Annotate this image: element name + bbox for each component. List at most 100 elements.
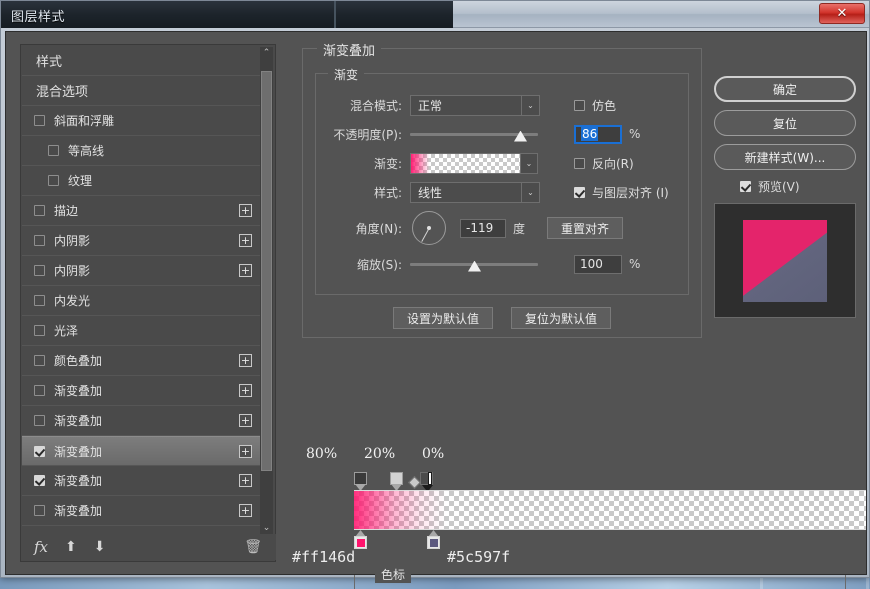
scrollbar-thumb[interactable] [261, 71, 272, 471]
style-list-item[interactable]: 样式 [22, 46, 260, 76]
gradient-swatch[interactable] [411, 154, 520, 173]
angle-input[interactable]: -119 [460, 219, 506, 238]
style-list-item[interactable]: 渐变叠加 + [22, 436, 260, 466]
color-stop[interactable] [354, 530, 367, 550]
add-effect-icon[interactable]: + [239, 264, 252, 277]
style-list-item[interactable]: 光泽 [22, 316, 260, 346]
style-item-checkbox[interactable] [34, 355, 45, 366]
move-down-icon[interactable]: ⬇ [94, 539, 106, 555]
style-select[interactable]: 线性 ⌄ [410, 182, 540, 203]
add-effect-icon[interactable]: + [239, 354, 252, 367]
add-effect-icon[interactable]: + [239, 414, 252, 427]
gradient-editor-overlay: 80%20%0% #ff146d#5c597f 色标 [292, 446, 866, 574]
style-item-checkbox[interactable] [34, 205, 45, 216]
add-effect-icon[interactable]: + [239, 504, 252, 517]
style-list-item[interactable]: 描边+ [22, 196, 260, 226]
angle-dial[interactable] [412, 211, 446, 245]
style-item-checkbox[interactable] [34, 385, 45, 396]
opacity-stop[interactable] [354, 472, 367, 485]
style-list-item[interactable]: 斜面和浮雕 [22, 106, 260, 136]
style-list-item[interactable]: 混合选项 [22, 76, 260, 106]
row-opacity: 不透明度(P): 86 % [316, 121, 688, 147]
style-list-item[interactable]: 渐变叠加 + [22, 466, 260, 496]
opacity-input[interactable]: 86 [574, 125, 622, 144]
style-list-item[interactable]: 等高线 [22, 136, 260, 166]
style-item-checkbox[interactable] [48, 145, 59, 156]
align-layer-checkbox-wrap[interactable]: 与图层对齐 (I) [574, 184, 669, 201]
style-item-checkbox[interactable] [34, 295, 45, 306]
style-item-checkbox[interactable] [34, 265, 45, 276]
scroll-up-icon[interactable]: ⌃ [260, 47, 273, 60]
style-item-label: 渐变叠加 [54, 443, 102, 460]
fx-icon[interactable]: fx [34, 538, 48, 556]
style-item-checkbox[interactable] [48, 175, 59, 186]
color-stop-swatch[interactable] [427, 536, 440, 549]
reset-align-button[interactable]: 重置对齐 [547, 217, 623, 239]
dither-checkbox[interactable] [574, 100, 585, 111]
style-item-checkbox[interactable] [34, 475, 45, 486]
reset-button[interactable]: 复位 [714, 110, 856, 136]
style-item-label: 渐变叠加 [54, 472, 102, 489]
opacity-midpoint-marker[interactable] [408, 476, 421, 489]
style-list-item[interactable]: 渐变叠加+ [22, 406, 260, 436]
style-list-item[interactable]: 颜色叠加+ [22, 346, 260, 376]
reset-to-default-button[interactable]: 复位为默认值 [511, 307, 611, 329]
style-list-item[interactable]: 渐变叠加+ [22, 496, 260, 526]
style-item-checkbox[interactable] [34, 446, 45, 457]
chevron-down-icon[interactable]: ⌄ [520, 154, 537, 173]
chevron-down-icon[interactable]: ⌄ [521, 183, 539, 202]
style-item-checkbox[interactable] [34, 415, 45, 426]
opacity-stop-label: 20% [364, 446, 395, 462]
blend-mode-select[interactable]: 正常 ⌄ [410, 95, 540, 116]
style-item-label: 光泽 [54, 322, 78, 339]
scale-input[interactable]: 100 [574, 255, 622, 274]
dither-checkbox-wrap[interactable]: 仿色 [574, 97, 616, 114]
scale-unit: % [629, 257, 640, 271]
scale-slider[interactable] [410, 255, 538, 274]
reverse-checkbox-wrap[interactable]: 反向(R) [574, 155, 634, 172]
add-effect-icon[interactable]: + [239, 384, 252, 397]
add-effect-icon[interactable]: + [239, 204, 252, 217]
opacity-stop[interactable] [390, 472, 403, 485]
color-stop-hex: #5c597f [447, 548, 510, 566]
align-with-layer-label: 与图层对齐 (I) [592, 184, 669, 201]
row-scale: 缩放(S): 100 % [316, 251, 688, 277]
style-list-item[interactable]: 内阴影+ [22, 226, 260, 256]
style-list-item[interactable]: 内发光 [22, 286, 260, 316]
style-item-checkbox[interactable] [34, 115, 45, 126]
style-item-checkbox[interactable] [34, 235, 45, 246]
trash-icon[interactable]: 🗑 [244, 539, 262, 555]
style-list-item[interactable]: 内阴影+ [22, 256, 260, 286]
close-icon[interactable]: ✕ [819, 3, 865, 24]
style-list-item[interactable]: 渐变叠加+ [22, 376, 260, 406]
style-list-item[interactable]: 纹理 [22, 166, 260, 196]
set-as-default-button[interactable]: 设置为默认值 [393, 307, 493, 329]
ok-button[interactable]: 确定 [714, 76, 856, 102]
style-list-scrollbar[interactable]: ⌃ ⌄ [260, 47, 273, 535]
opacity-stop[interactable] [420, 472, 433, 485]
opacity-unit: % [629, 127, 640, 141]
style-item-checkbox[interactable] [34, 505, 45, 516]
gradient-preview-button[interactable]: ⌄ [410, 153, 538, 174]
align-with-layer-checkbox[interactable] [574, 187, 585, 198]
reverse-checkbox[interactable] [574, 158, 585, 169]
window-title: 图层样式 [11, 6, 65, 25]
style-item-label: 纹理 [68, 172, 92, 189]
chevron-down-icon[interactable]: ⌄ [521, 96, 539, 115]
angle-needle [421, 228, 429, 242]
new-style-button[interactable]: 新建样式(W)... [714, 144, 856, 170]
preview-checkbox[interactable] [740, 181, 751, 192]
color-stop-swatch[interactable] [354, 536, 367, 549]
opacity-slider[interactable] [410, 125, 538, 144]
move-up-icon[interactable]: ⬆ [65, 539, 77, 555]
color-stop[interactable] [427, 530, 440, 550]
window-titlebar[interactable]: 图层样式 ✕ [1, 1, 869, 28]
color-stop-chip [430, 539, 438, 547]
add-effect-icon[interactable]: + [239, 474, 252, 487]
add-effect-icon[interactable]: + [239, 445, 252, 458]
gradient-strip[interactable] [354, 490, 866, 530]
style-list[interactable]: 样式混合选项斜面和浮雕等高线纹理描边+内阴影+内阴影+内发光光泽颜色叠加+渐变叠… [22, 46, 276, 536]
preview-checkbox-wrap[interactable]: 预览(V) [740, 178, 856, 195]
add-effect-icon[interactable]: + [239, 234, 252, 247]
style-item-checkbox[interactable] [34, 325, 45, 336]
